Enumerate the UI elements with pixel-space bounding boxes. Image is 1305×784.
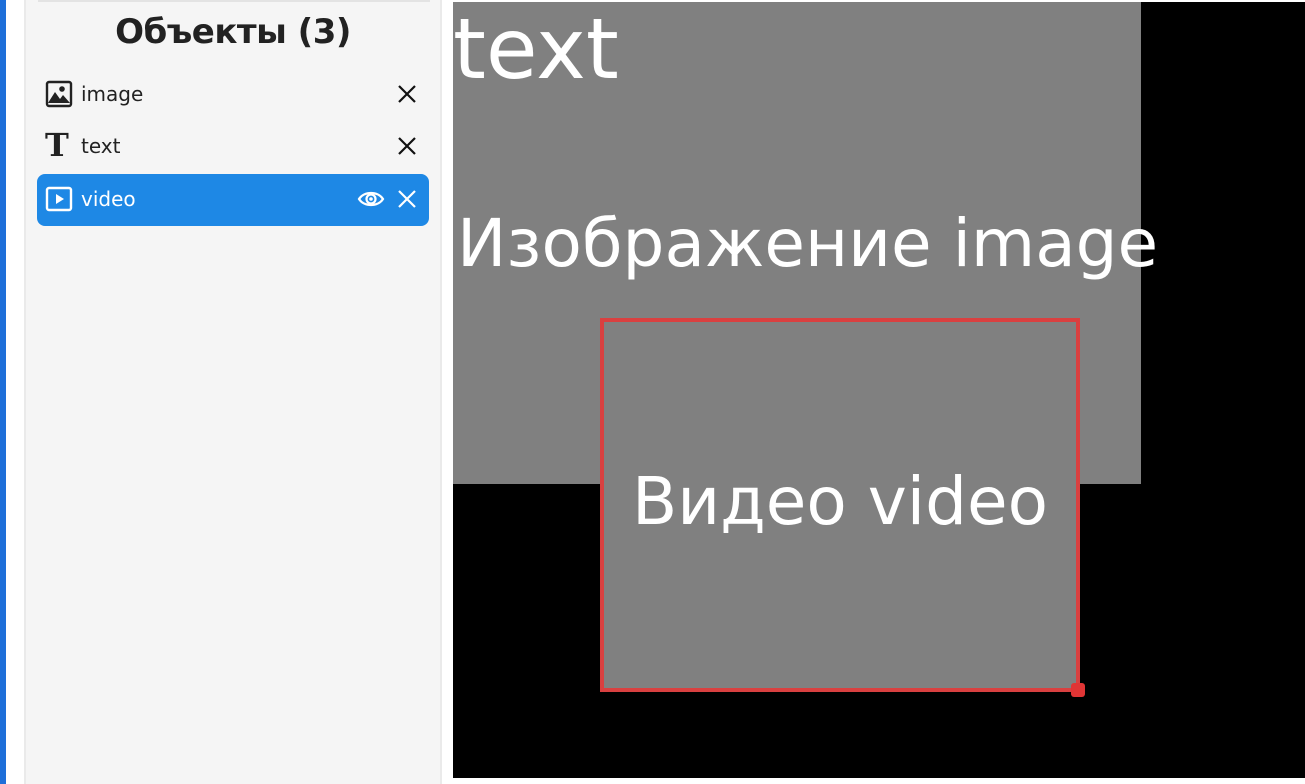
canvas-layer-video-selected[interactable]: Видео video <box>600 318 1080 692</box>
close-icon[interactable] <box>395 187 419 211</box>
object-item-label: video <box>81 187 136 211</box>
canvas-layer-image-label: Изображение image <box>457 205 1159 282</box>
canvas-layer-text[interactable]: text <box>453 2 619 104</box>
resize-handle[interactable] <box>1071 683 1085 697</box>
object-item-text[interactable]: T text <box>37 121 429 173</box>
panel-title: Объекты (3) <box>115 12 351 52</box>
canvas-layer-video-label: Видео video <box>631 463 1049 540</box>
close-icon[interactable] <box>395 82 419 106</box>
left-gap <box>6 0 24 784</box>
text-T-icon: T <box>45 126 69 164</box>
eye-icon[interactable] <box>357 187 385 211</box>
objects-panel: Объекты (3) image T text video <box>24 0 442 784</box>
image-icon <box>45 80 73 108</box>
object-item-label: image <box>81 82 144 106</box>
panel-canvas-gap <box>442 0 453 784</box>
editor-canvas[interactable]: text Изображение image Видео video <box>453 2 1305 778</box>
object-item-image[interactable]: image <box>37 69 429 121</box>
panel-top-divider <box>38 0 430 2</box>
video-icon <box>45 185 73 213</box>
object-item-video[interactable]: video <box>37 174 429 226</box>
close-icon[interactable] <box>395 134 419 158</box>
object-item-label: text <box>81 134 121 158</box>
